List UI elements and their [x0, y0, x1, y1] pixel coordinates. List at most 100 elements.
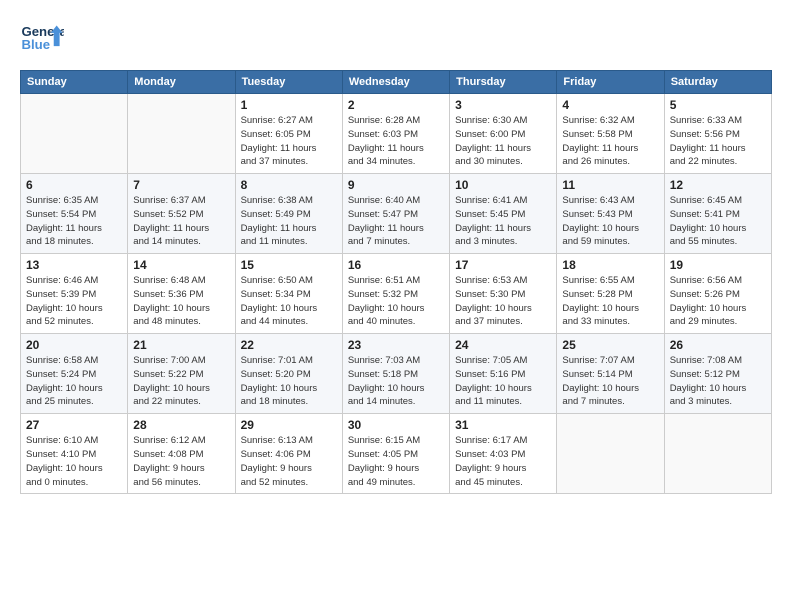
day-number: 14	[133, 258, 229, 272]
day-number: 23	[348, 338, 444, 352]
day-info: Sunrise: 6:12 AM Sunset: 4:08 PM Dayligh…	[133, 434, 229, 489]
weekday-header-monday: Monday	[128, 71, 235, 94]
day-info: Sunrise: 6:43 AM Sunset: 5:43 PM Dayligh…	[562, 194, 658, 249]
day-info: Sunrise: 6:35 AM Sunset: 5:54 PM Dayligh…	[26, 194, 122, 249]
day-info: Sunrise: 7:01 AM Sunset: 5:20 PM Dayligh…	[241, 354, 337, 409]
calendar-cell: 14 Sunrise: 6:48 AM Sunset: 5:36 PM Dayli…	[128, 254, 235, 334]
svg-text:Blue: Blue	[21, 37, 50, 52]
calendar-cell: 30 Sunrise: 6:15 AM Sunset: 4:05 PM Dayli…	[342, 414, 449, 494]
day-info: Sunrise: 6:48 AM Sunset: 5:36 PM Dayligh…	[133, 274, 229, 329]
day-info: Sunrise: 7:03 AM Sunset: 5:18 PM Dayligh…	[348, 354, 444, 409]
day-number: 25	[562, 338, 658, 352]
calendar-cell: 17 Sunrise: 6:53 AM Sunset: 5:30 PM Dayli…	[450, 254, 557, 334]
day-info: Sunrise: 6:40 AM Sunset: 5:47 PM Dayligh…	[348, 194, 444, 249]
day-info: Sunrise: 6:37 AM Sunset: 5:52 PM Dayligh…	[133, 194, 229, 249]
week-row-3: 13 Sunrise: 6:46 AM Sunset: 5:39 PM Dayli…	[21, 254, 772, 334]
day-info: Sunrise: 6:13 AM Sunset: 4:06 PM Dayligh…	[241, 434, 337, 489]
day-info: Sunrise: 6:55 AM Sunset: 5:28 PM Dayligh…	[562, 274, 658, 329]
weekday-header-thursday: Thursday	[450, 71, 557, 94]
calendar-cell: 29Sunrise: 6:13 AM Sunset: 4:06 PM Dayli…	[235, 414, 342, 494]
day-number: 28	[133, 418, 229, 432]
day-info: Sunrise: 6:30 AM Sunset: 6:00 PM Dayligh…	[455, 114, 551, 169]
day-number: 2	[348, 98, 444, 112]
day-number: 17	[455, 258, 551, 272]
day-number: 27	[26, 418, 122, 432]
day-number: 15	[241, 258, 337, 272]
calendar-cell: 31 Sunrise: 6:17 AM Sunset: 4:03 PM Dayli…	[450, 414, 557, 494]
calendar-cell: 2 Sunrise: 6:28 AM Sunset: 6:03 PM Daylig…	[342, 94, 449, 174]
day-info: Sunrise: 6:38 AM Sunset: 5:49 PM Dayligh…	[241, 194, 337, 249]
day-info: Sunrise: 6:53 AM Sunset: 5:30 PM Dayligh…	[455, 274, 551, 329]
calendar-cell: 16Sunrise: 6:51 AM Sunset: 5:32 PM Dayli…	[342, 254, 449, 334]
day-number: 3	[455, 98, 551, 112]
calendar-table: SundayMondayTuesdayWednesdayThursdayFrid…	[20, 70, 772, 494]
calendar-cell: 28 Sunrise: 6:12 AM Sunset: 4:08 PM Dayli…	[128, 414, 235, 494]
day-info: Sunrise: 6:46 AM Sunset: 5:39 PM Dayligh…	[26, 274, 122, 329]
calendar-cell: 13 Sunrise: 6:46 AM Sunset: 5:39 PM Dayli…	[21, 254, 128, 334]
calendar-cell: 15 Sunrise: 6:50 AM Sunset: 5:34 PM Dayli…	[235, 254, 342, 334]
calendar-cell: 1Sunrise: 6:27 AM Sunset: 6:05 PM Daylig…	[235, 94, 342, 174]
day-number: 10	[455, 178, 551, 192]
calendar-cell: 8 Sunrise: 6:38 AM Sunset: 5:49 PM Daylig…	[235, 174, 342, 254]
weekday-header-tuesday: Tuesday	[235, 71, 342, 94]
day-number: 7	[133, 178, 229, 192]
day-info: Sunrise: 6:41 AM Sunset: 5:45 PM Dayligh…	[455, 194, 551, 249]
day-info: Sunrise: 7:05 AM Sunset: 5:16 PM Dayligh…	[455, 354, 551, 409]
day-number: 22	[241, 338, 337, 352]
weekday-header-sunday: Sunday	[21, 71, 128, 94]
day-number: 8	[241, 178, 337, 192]
day-number: 19	[670, 258, 766, 272]
day-info: Sunrise: 7:08 AM Sunset: 5:12 PM Dayligh…	[670, 354, 766, 409]
calendar-cell: 9 Sunrise: 6:40 AM Sunset: 5:47 PM Daylig…	[342, 174, 449, 254]
day-info: Sunrise: 6:50 AM Sunset: 5:34 PM Dayligh…	[241, 274, 337, 329]
day-number: 9	[348, 178, 444, 192]
calendar-cell: 18 Sunrise: 6:55 AM Sunset: 5:28 PM Dayli…	[557, 254, 664, 334]
calendar-cell	[21, 94, 128, 174]
calendar-cell: 27Sunrise: 6:10 AM Sunset: 4:10 PM Dayli…	[21, 414, 128, 494]
day-number: 30	[348, 418, 444, 432]
day-number: 20	[26, 338, 122, 352]
calendar-cell: 6 Sunrise: 6:35 AM Sunset: 5:54 PM Daylig…	[21, 174, 128, 254]
calendar-cell	[128, 94, 235, 174]
day-info: Sunrise: 6:32 AM Sunset: 5:58 PM Dayligh…	[562, 114, 658, 169]
day-info: Sunrise: 7:07 AM Sunset: 5:14 PM Dayligh…	[562, 354, 658, 409]
weekday-header-saturday: Saturday	[664, 71, 771, 94]
day-info: Sunrise: 7:00 AM Sunset: 5:22 PM Dayligh…	[133, 354, 229, 409]
day-info: Sunrise: 6:28 AM Sunset: 6:03 PM Dayligh…	[348, 114, 444, 169]
calendar-cell: 4 Sunrise: 6:32 AM Sunset: 5:58 PM Daylig…	[557, 94, 664, 174]
day-info: Sunrise: 6:27 AM Sunset: 6:05 PM Dayligh…	[241, 114, 337, 169]
calendar-cell: 24Sunrise: 7:05 AM Sunset: 5:16 PM Dayli…	[450, 334, 557, 414]
day-info: Sunrise: 6:33 AM Sunset: 5:56 PM Dayligh…	[670, 114, 766, 169]
calendar-cell: 10 Sunrise: 6:41 AM Sunset: 5:45 PM Dayli…	[450, 174, 557, 254]
day-number: 11	[562, 178, 658, 192]
weekday-header-row: SundayMondayTuesdayWednesdayThursdayFrid…	[21, 71, 772, 94]
day-number: 21	[133, 338, 229, 352]
calendar-cell: 23 Sunrise: 7:03 AM Sunset: 5:18 PM Dayli…	[342, 334, 449, 414]
day-number: 31	[455, 418, 551, 432]
calendar-cell: 19 Sunrise: 6:56 AM Sunset: 5:26 PM Dayli…	[664, 254, 771, 334]
day-number: 6	[26, 178, 122, 192]
day-info: Sunrise: 6:17 AM Sunset: 4:03 PM Dayligh…	[455, 434, 551, 489]
day-number: 26	[670, 338, 766, 352]
calendar-cell: 12Sunrise: 6:45 AM Sunset: 5:41 PM Dayli…	[664, 174, 771, 254]
calendar-cell: 7 Sunrise: 6:37 AM Sunset: 5:52 PM Daylig…	[128, 174, 235, 254]
day-number: 4	[562, 98, 658, 112]
day-info: Sunrise: 6:15 AM Sunset: 4:05 PM Dayligh…	[348, 434, 444, 489]
day-info: Sunrise: 6:45 AM Sunset: 5:41 PM Dayligh…	[670, 194, 766, 249]
week-row-2: 6 Sunrise: 6:35 AM Sunset: 5:54 PM Daylig…	[21, 174, 772, 254]
calendar-cell	[557, 414, 664, 494]
calendar-cell: 3 Sunrise: 6:30 AM Sunset: 6:00 PM Daylig…	[450, 94, 557, 174]
page: General Blue SundayMondayTuesdayWednesda…	[0, 0, 792, 504]
calendar-cell: 11 Sunrise: 6:43 AM Sunset: 5:43 PM Dayli…	[557, 174, 664, 254]
day-info: Sunrise: 6:56 AM Sunset: 5:26 PM Dayligh…	[670, 274, 766, 329]
calendar-cell: 20Sunrise: 6:58 AM Sunset: 5:24 PM Dayli…	[21, 334, 128, 414]
day-number: 18	[562, 258, 658, 272]
calendar-cell	[664, 414, 771, 494]
day-number: 13	[26, 258, 122, 272]
week-row-4: 20Sunrise: 6:58 AM Sunset: 5:24 PM Dayli…	[21, 334, 772, 414]
logo: General Blue	[20, 16, 64, 60]
week-row-1: 1Sunrise: 6:27 AM Sunset: 6:05 PM Daylig…	[21, 94, 772, 174]
calendar-cell: 5Sunrise: 6:33 AM Sunset: 5:56 PM Daylig…	[664, 94, 771, 174]
day-info: Sunrise: 6:51 AM Sunset: 5:32 PM Dayligh…	[348, 274, 444, 329]
logo-icon: General Blue	[20, 16, 64, 60]
